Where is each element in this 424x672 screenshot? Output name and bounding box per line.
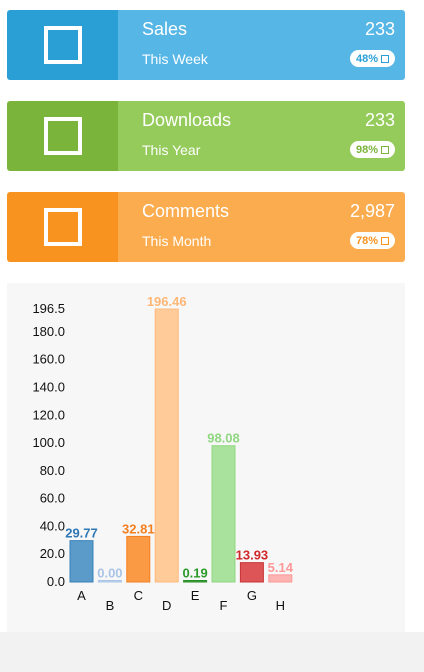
- bar-E: [183, 580, 208, 583]
- page-footer-band: [0, 632, 424, 672]
- data-label: 32.81: [122, 521, 155, 536]
- mini-square-icon: [381, 54, 389, 63]
- x-tick-label: C: [134, 588, 143, 603]
- square-icon: [43, 208, 82, 246]
- bar-B: [97, 580, 122, 583]
- badge-label: 78%: [355, 234, 378, 247]
- bar-G: [239, 562, 264, 583]
- y-tick-label: 80.0: [40, 463, 65, 478]
- y-tick-label: 100.0: [32, 435, 65, 450]
- data-label: 29.77: [65, 526, 98, 541]
- y-tick-label: 0.0: [47, 574, 65, 589]
- card-subtitle: This Week: [142, 51, 208, 67]
- y-tick-label: 120.0: [32, 407, 65, 422]
- comments-card[interactable]: Comments 2,987 This Month 78%: [7, 192, 405, 262]
- card-icon-box: [7, 192, 118, 262]
- bar-D: [154, 308, 179, 583]
- card-value: 233: [364, 110, 395, 130]
- mini-square-icon: [381, 145, 389, 154]
- data-label: 98.08: [207, 431, 240, 446]
- percent-badge: 98%: [349, 141, 395, 158]
- sales-card[interactable]: Sales 233 This Week 48%: [7, 10, 405, 80]
- card-value: 233: [364, 19, 395, 39]
- square-icon: [43, 26, 82, 64]
- mini-square-icon: [381, 236, 389, 245]
- chart-panel: 0.0 20.0 40.0 60.0 80.0 100.0 120.0 140.0 160.0 1…: [7, 283, 405, 632]
- x-tick-label: A: [77, 588, 86, 603]
- card-title: Downloads: [142, 110, 232, 130]
- badge-label: 98%: [355, 143, 378, 156]
- y-tick-label: 140.0: [32, 379, 65, 394]
- card-subtitle: This Month: [142, 233, 212, 249]
- percent-badge: 78%: [349, 232, 395, 249]
- downloads-card[interactable]: Downloads 233 This Year 98%: [7, 101, 405, 171]
- bar-A: [69, 540, 94, 583]
- data-label: 13.93: [236, 548, 269, 563]
- percent-badge: 48%: [349, 50, 395, 67]
- card-icon-box: [7, 10, 118, 80]
- x-tick-label: E: [191, 588, 200, 603]
- y-tick-label: 20.0: [40, 546, 65, 561]
- y-tick-label: 196.5: [32, 301, 65, 316]
- square-icon: [43, 117, 82, 155]
- data-label: 5.14: [268, 560, 294, 575]
- y-tick-label: 180.0: [32, 324, 65, 339]
- card-value: 2,987: [349, 201, 395, 221]
- data-label: 0.00: [97, 566, 122, 581]
- card-title: Comments: [142, 201, 230, 221]
- card-title: Sales: [142, 19, 188, 39]
- x-tick-label: H: [276, 598, 285, 613]
- card-content: Comments 2,987 This Month 78%: [118, 192, 405, 262]
- card-content: Sales 233 This Week 48%: [118, 10, 405, 80]
- y-tick-label: 60.0: [40, 491, 65, 506]
- bar-C: [126, 535, 151, 583]
- x-tick-label: F: [220, 598, 228, 613]
- card-content: Downloads 233 This Year 98%: [118, 101, 405, 171]
- y-tick-label: 160.0: [32, 352, 65, 367]
- badge-label: 48%: [355, 52, 378, 65]
- y-tick-label: 40.0: [40, 518, 65, 533]
- data-label: 196.46: [147, 294, 187, 309]
- bar-F: [211, 445, 236, 583]
- bar-H: [268, 574, 293, 583]
- x-tick-label: B: [106, 598, 115, 613]
- x-tick-label: D: [162, 598, 171, 613]
- card-icon-box: [7, 101, 118, 171]
- x-tick-label: G: [247, 588, 257, 603]
- bar-chart: 0.0 20.0 40.0 60.0 80.0 100.0 120.0 140.0 160.0 1…: [32, 294, 399, 613]
- data-label: 0.19: [182, 566, 207, 581]
- card-subtitle: This Year: [142, 142, 201, 158]
